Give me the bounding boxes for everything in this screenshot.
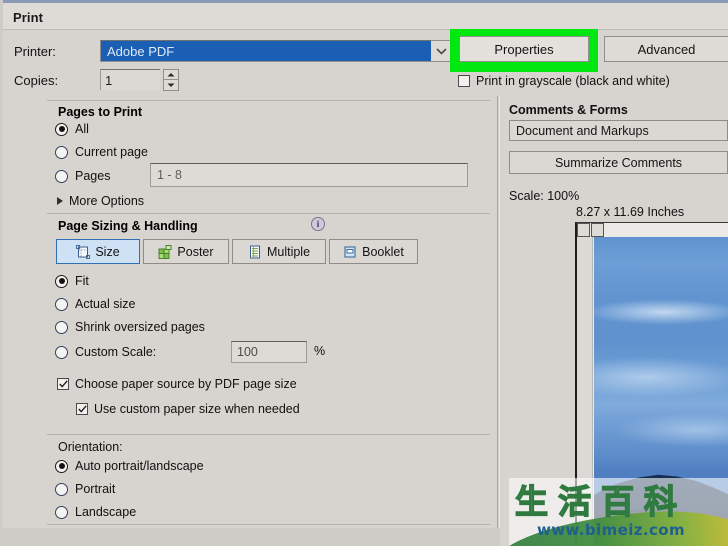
choose-paper-source-label: Choose paper source by PDF page size [75,377,297,391]
printer-selected-value: Adobe PDF [107,44,175,59]
window-left-border [0,0,3,546]
grayscale-checkbox[interactable] [458,75,470,87]
radio-shrink-label: Shrink oversized pages [75,320,205,334]
percent-label: % [314,344,326,358]
page-sizing-title: Page Sizing & Handling [58,219,198,233]
radio-all-label: All [75,122,89,136]
printer-label: Printer: [14,44,56,59]
poster-mode-button[interactable]: Poster [143,239,229,264]
watermark-chinese-text: 生活百科 [514,481,687,521]
radio-pages-indicator[interactable] [55,169,68,183]
properties-button[interactable]: Properties [459,36,589,62]
radio-actual-size-indicator[interactable] [55,297,68,311]
radio-fit-label: Fit [75,274,89,288]
radio-actual-size-label: Actual size [75,297,136,311]
radio-landscape-label: Landscape [75,505,137,519]
preview-tab-1[interactable] [577,223,590,237]
radio-custom-scale-indicator[interactable] [55,345,68,359]
radio-portrait-label: Portrait [75,482,116,496]
stepper-up-icon[interactable] [163,69,179,80]
preview-cloud [614,413,728,447]
checkbox-choose-paper-source[interactable]: Choose paper source by PDF page size [57,377,297,391]
radio-portrait[interactable]: Portrait [55,482,115,496]
orientation-title: Orientation: [58,440,123,454]
preview-scale-text: Scale: 100% [509,189,580,203]
watermark-url: www.bimeiz.com [537,521,685,539]
preview-tab-2[interactable] [591,223,604,237]
multiple-icon [248,245,262,259]
use-custom-paper-size-label: Use custom paper size when needed [94,402,300,416]
preview-page-tabs[interactable] [577,223,607,237]
radio-actual-size[interactable]: Actual size [55,297,135,311]
radio-all-indicator[interactable] [55,122,68,136]
copies-stepper[interactable] [163,69,179,91]
copies-value: 1 [105,73,113,88]
use-custom-paper-size-checkbox[interactable] [76,403,88,415]
radio-current-page-indicator[interactable] [55,145,68,159]
size-mode-label: Size [95,244,120,259]
radio-auto-label: Auto portrait/landscape [75,459,204,473]
poster-mode-label: Poster [177,244,214,259]
radio-custom-scale[interactable]: Custom Scale: [55,345,156,359]
summarize-comments-button[interactable]: Summarize Comments [509,151,728,174]
more-options-label: More Options [69,194,145,208]
booklet-mode-button[interactable]: Booklet [329,239,418,264]
stepper-down-icon[interactable] [163,80,179,91]
preview-cloud [594,357,728,397]
radio-pages[interactable]: Pages [55,169,110,183]
size-mode-button[interactable]: Size [56,239,140,264]
print-grayscale-row[interactable]: Print in grayscale (black and white) [458,74,670,88]
booklet-mode-label: Booklet [362,244,404,259]
pages-range-placeholder: 1 - 8 [157,168,183,182]
radio-auto-indicator[interactable] [55,459,68,473]
choose-paper-source-checkbox[interactable] [57,378,69,390]
watermark: 生活百科 www.bimeiz.com [509,478,728,546]
booklet-icon [343,245,357,259]
comments-forms-select[interactable]: Document and Markups [509,120,728,141]
preview-dimensions-text: 8.27 x 11.69 Inches [576,205,685,219]
radio-all[interactable]: All [55,122,89,136]
checkbox-use-custom-paper-size[interactable]: Use custom paper size when needed [76,402,300,416]
multiple-mode-button[interactable]: Multiple [232,239,326,264]
radio-shrink-oversized[interactable]: Shrink oversized pages [55,320,205,334]
radio-landscape[interactable]: Landscape [55,505,136,519]
radio-fit[interactable]: Fit [55,274,89,288]
page-title: Print [13,10,44,25]
printer-select[interactable]: Adobe PDF [100,40,452,62]
pages-to-print-title: Pages to Print [58,105,143,119]
poster-icon [158,244,172,259]
left-panel-bottom-fill [0,528,500,546]
radio-auto-orientation[interactable]: Auto portrait/landscape [55,459,204,473]
multiple-mode-label: Multiple [266,244,311,259]
header-separator [3,29,728,30]
advanced-button[interactable]: Advanced [604,36,728,62]
radio-custom-scale-label: Custom Scale: [75,345,157,359]
custom-scale-input[interactable]: 100 [231,341,307,363]
comments-forms-selected-value: Document and Markups [516,124,649,138]
chevron-right-icon [57,197,63,205]
radio-current-page-label: Current page [75,145,148,159]
chevron-down-icon[interactable] [431,40,452,62]
radio-current-page[interactable]: Current page [55,145,148,159]
panel-divider-highlight [499,96,500,546]
copies-label: Copies: [14,73,59,88]
panel-divider [497,96,498,546]
size-icon [76,244,91,259]
pages-range-input[interactable]: 1 - 8 [150,163,468,187]
title-bar: Print [3,3,728,29]
grayscale-label: Print in grayscale (black and white) [476,74,670,88]
radio-fit-indicator[interactable] [55,274,68,288]
preview-cloud [594,299,728,325]
info-icon[interactable]: i [311,217,325,231]
radio-pages-label: Pages [75,169,111,183]
radio-portrait-indicator[interactable] [55,482,68,496]
custom-scale-value: 100 [237,345,258,359]
more-options-toggle[interactable]: More Options [57,194,144,208]
radio-shrink-indicator[interactable] [55,320,68,334]
copies-input[interactable]: 1 [100,69,160,90]
comments-forms-title: Comments & Forms [509,103,628,117]
print-dialog: Print Printer: Adobe PDF Copies: 1 Prope… [0,0,728,546]
radio-landscape-indicator[interactable] [55,505,68,519]
